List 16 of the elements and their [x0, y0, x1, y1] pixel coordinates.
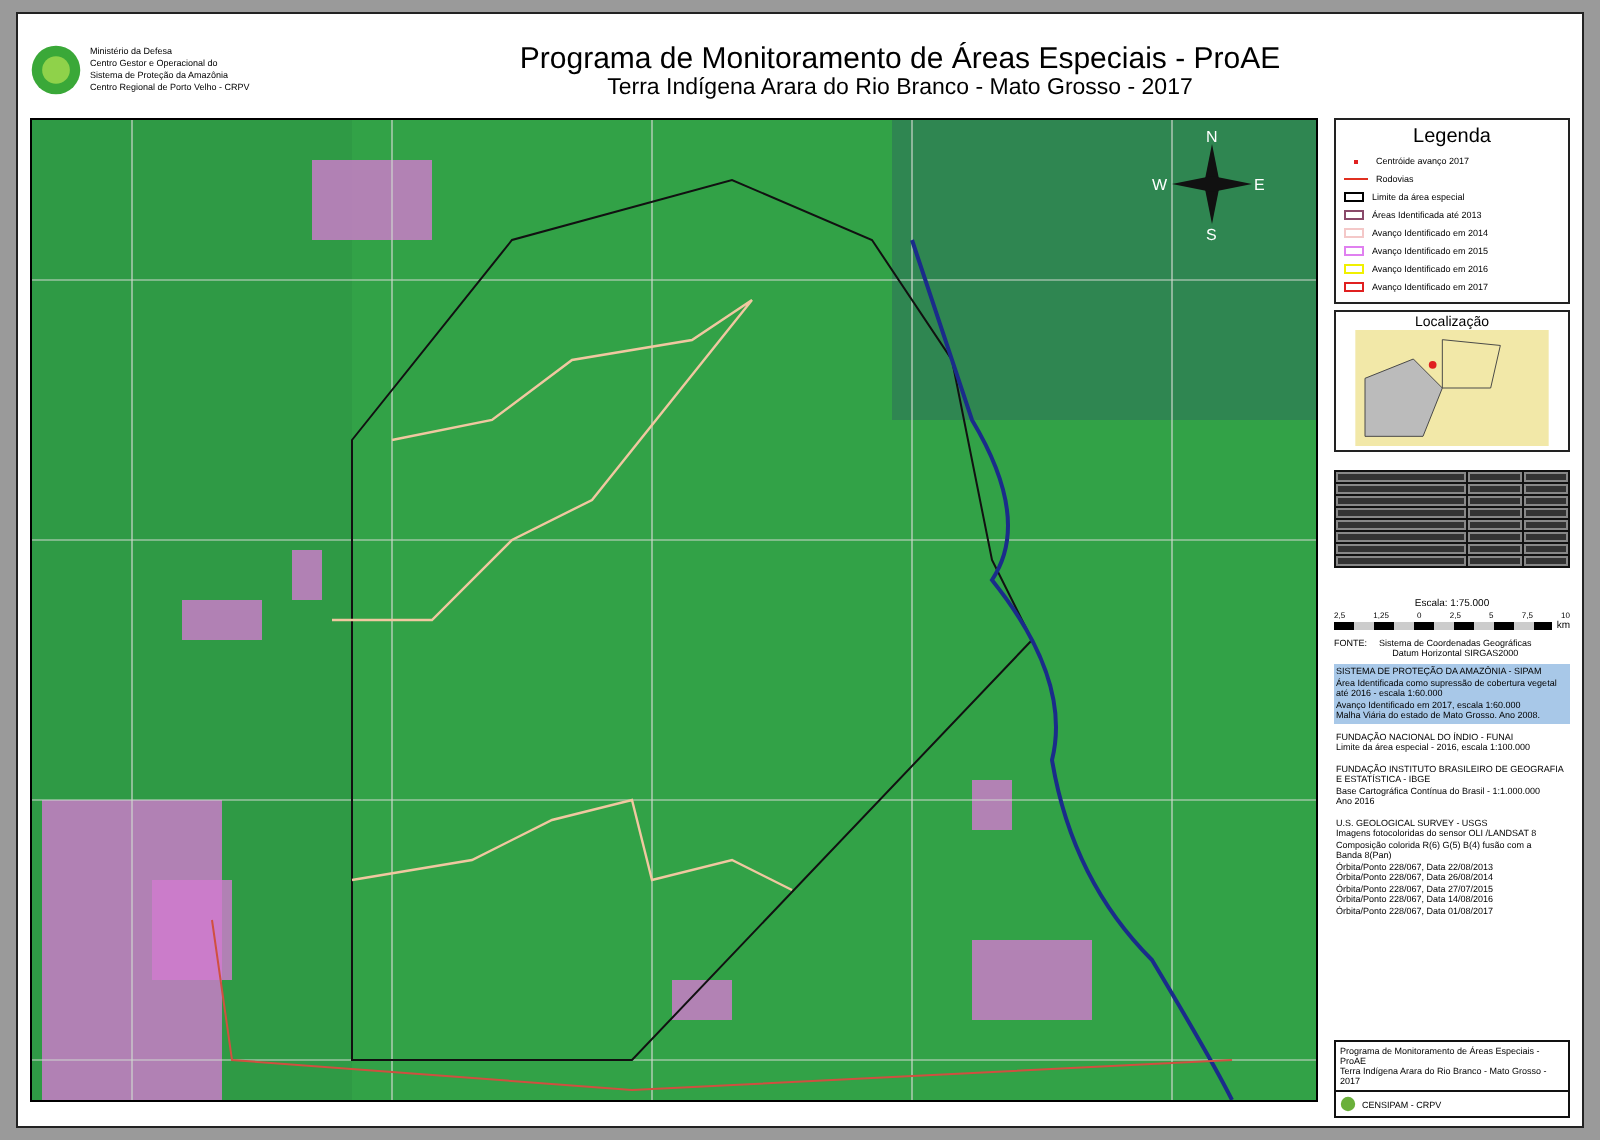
map-subtitle: Terra Indígena Arara do Rio Branco - Mato Grosso - 2017 [607, 75, 1195, 99]
compass-label: E [1254, 176, 1265, 194]
shield-logo-icon [30, 44, 82, 96]
clearing-patch [972, 780, 1012, 830]
compass-label: S [1206, 226, 1217, 244]
map-title: Programa de Monitoramento de Áreas Especiais - ProAE [517, 41, 1283, 75]
clearing-patch [182, 600, 262, 640]
compass-label: N [1206, 128, 1218, 146]
compass-label: W [1152, 176, 1168, 194]
clearing-patch [312, 160, 432, 240]
legend-title: Legenda [1411, 126, 1493, 148]
clearing-patch [292, 550, 322, 600]
compass-rose-icon [1172, 144, 1252, 224]
clearing-patch [672, 980, 732, 1020]
shield-logo-icon [1340, 1096, 1356, 1112]
clearing-patch [972, 940, 1092, 1020]
